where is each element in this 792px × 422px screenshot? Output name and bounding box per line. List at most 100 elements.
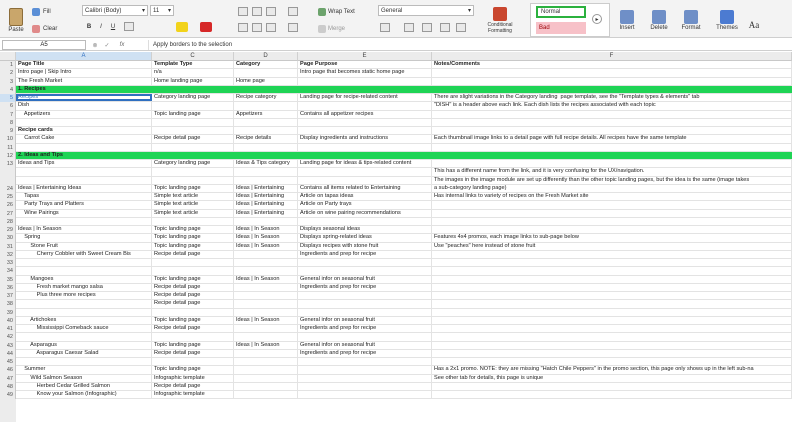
cell-d[interactable] <box>234 151 298 159</box>
cell-d[interactable] <box>234 85 298 93</box>
row-number[interactable]: 43 <box>0 341 16 350</box>
cell-a[interactable]: Recipe cards <box>16 127 152 135</box>
cell-f[interactable] <box>432 143 792 151</box>
cell-a[interactable]: Mississippi Comeback sauce <box>16 325 152 333</box>
cell-f[interactable]: "DISH" is a header above each link. Each… <box>432 102 792 110</box>
cell-f[interactable] <box>432 267 792 275</box>
cell-d[interactable]: Appetizers <box>234 110 298 118</box>
row-number[interactable]: 9 <box>0 127 16 136</box>
cell-d[interactable]: Recipe category <box>234 94 298 102</box>
cell-e[interactable] <box>298 382 432 390</box>
cell-f[interactable] <box>432 85 792 93</box>
cell-a[interactable]: Artichokes <box>16 316 152 324</box>
cell-f[interactable] <box>432 325 792 333</box>
cell-c[interactable] <box>152 168 234 176</box>
row-number[interactable]: 2 <box>0 69 16 78</box>
cell-d[interactable] <box>234 292 298 300</box>
cell-e[interactable] <box>298 77 432 85</box>
cell-d[interactable]: Ideas | In Season <box>234 341 298 349</box>
cell-f[interactable]: Has internal links to variety of recipes… <box>432 193 792 201</box>
cell-f[interactable] <box>432 382 792 390</box>
cell-e[interactable] <box>298 118 432 126</box>
column-header-d[interactable]: D <box>234 52 298 61</box>
cell-a[interactable]: Spring <box>16 234 152 242</box>
font-color-icon[interactable] <box>200 22 212 32</box>
cell-c[interactable]: Topic landing page <box>152 316 234 324</box>
row-number[interactable]: 49 <box>0 391 16 400</box>
cell-c[interactable]: Simple text article <box>152 193 234 201</box>
cell-c[interactable]: Recipe detail page <box>152 382 234 390</box>
cell-d[interactable] <box>234 102 298 110</box>
row-number[interactable]: 31 <box>0 242 16 251</box>
cell-a[interactable]: Party Trays and Platters <box>16 201 152 209</box>
cell-a[interactable]: Appetizers <box>16 110 152 118</box>
cell-a[interactable]: Plus three more recipes <box>16 292 152 300</box>
cell-e[interactable] <box>298 308 432 316</box>
cell-f[interactable]: Notes/Comments <box>432 61 792 69</box>
row-number[interactable]: 40 <box>0 316 16 325</box>
fill-button[interactable]: Fill <box>32 7 72 17</box>
merge-button[interactable]: Merge <box>318 23 362 34</box>
column-header-f[interactable]: F <box>432 52 792 61</box>
cell-c[interactable]: Recipe detail page <box>152 250 234 258</box>
percent-icon[interactable] <box>404 23 414 32</box>
cell-c[interactable] <box>152 259 234 267</box>
row-number[interactable]: 42 <box>0 333 16 342</box>
currency-icon[interactable] <box>380 23 390 32</box>
cell-f[interactable]: See other tab for details, this page is … <box>432 374 792 382</box>
cell-d[interactable]: Ideas | In Season <box>234 316 298 324</box>
cell-e[interactable] <box>298 366 432 374</box>
cell-c[interactable]: Topic landing page <box>152 226 234 234</box>
cell-d[interactable] <box>234 333 298 341</box>
cell-d[interactable] <box>234 143 298 151</box>
cell-a[interactable] <box>16 358 152 366</box>
cell-c[interactable]: Template Type <box>152 61 234 69</box>
cell-e[interactable]: Article on wine pairing recommendations <box>298 209 432 217</box>
cell-c[interactable] <box>152 118 234 126</box>
cell-d[interactable] <box>234 118 298 126</box>
cell-e[interactable] <box>298 391 432 399</box>
borders-icon[interactable] <box>124 22 134 31</box>
cell-c[interactable]: Topic landing page <box>152 275 234 283</box>
cell-d[interactable] <box>234 374 298 382</box>
row-number[interactable]: 5 <box>0 94 16 103</box>
column-header-e[interactable]: E <box>298 52 432 61</box>
cell-d[interactable]: Ideas | In Season <box>234 226 298 234</box>
paste-button[interactable]: Paste <box>4 4 28 36</box>
cell-c[interactable]: Recipe detail page <box>152 325 234 333</box>
row-number[interactable]: 26 <box>0 201 16 210</box>
cell-f[interactable] <box>432 292 792 300</box>
cell-a[interactable]: Dish <box>16 102 152 110</box>
row-number[interactable]: 27 <box>0 209 16 218</box>
cell-f[interactable] <box>432 160 792 168</box>
cell-e[interactable] <box>298 151 432 159</box>
clear-button[interactable]: Clear <box>32 24 72 34</box>
cell-d[interactable] <box>234 308 298 316</box>
cell-a[interactable]: Asparagus <box>16 341 152 349</box>
cell-c[interactable] <box>152 217 234 225</box>
row-number[interactable]: 12 <box>0 151 16 160</box>
name-box[interactable]: A5 <box>2 40 86 50</box>
cell-e[interactable]: Ingredients and prep for recipe <box>298 250 432 258</box>
cell-c[interactable]: Recipe detail page <box>152 283 234 291</box>
cell-f[interactable] <box>432 151 792 159</box>
cell-f[interactable] <box>432 391 792 399</box>
cell-d[interactable]: Ideas | Entertaining <box>234 209 298 217</box>
italic-button[interactable]: I <box>96 22 106 32</box>
cell-a[interactable] <box>16 259 152 267</box>
cell-a[interactable] <box>16 118 152 126</box>
cell-f[interactable] <box>432 308 792 316</box>
cell-d[interactable]: Ideas | In Season <box>234 234 298 242</box>
cell-a[interactable] <box>16 300 152 308</box>
row-number[interactable]: 11 <box>0 143 16 152</box>
cell-e[interactable]: Article on Party trays <box>298 201 432 209</box>
cell-e[interactable]: Ingredients and prep for recipe <box>298 349 432 357</box>
cell-d[interactable] <box>234 69 298 77</box>
cell-a[interactable]: Recipes <box>16 94 152 102</box>
cell-f[interactable]: Features 4x4 promos, each image links to… <box>432 234 792 242</box>
cell-e[interactable]: Landing page for recipe-related content <box>298 94 432 102</box>
cell-e[interactable] <box>298 300 432 308</box>
cell-c[interactable]: Category landing page <box>152 94 234 102</box>
cell-c[interactable]: Topic landing page <box>152 234 234 242</box>
cell-c[interactable]: Topic landing page <box>152 242 234 250</box>
